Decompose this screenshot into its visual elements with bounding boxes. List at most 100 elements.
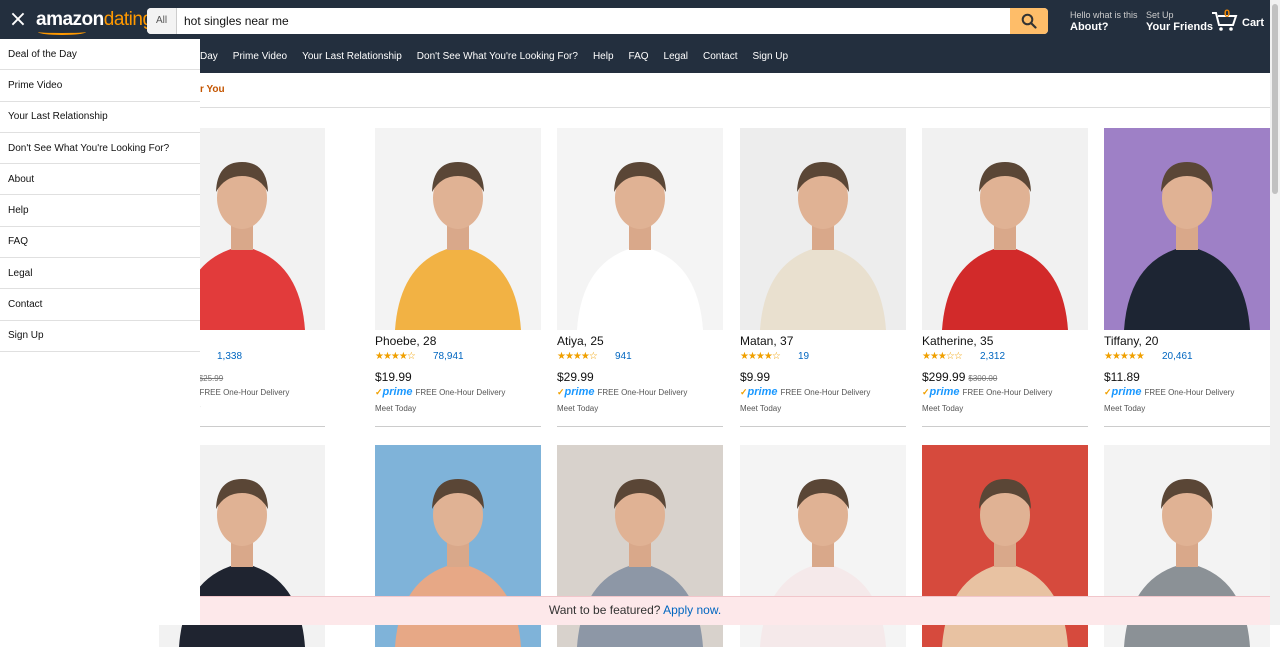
review-count[interactable]: 2,312 <box>980 351 1005 362</box>
banner-text: Want to be featured? <box>548 603 661 617</box>
prime-check-icon: ✓ <box>740 387 748 397</box>
price: $9.99 <box>740 370 770 384</box>
prime-label: prime <box>564 386 595 398</box>
prime-badge: ✓primeFREE One-Hour Delivery <box>740 386 870 398</box>
price-value: $9.99 <box>740 370 771 384</box>
meet-text: Meet Today <box>922 404 964 413</box>
profile-name[interactable]: Katherine, 35 <box>922 334 993 348</box>
photo-frame[interactable] <box>740 128 906 330</box>
logo[interactable]: amazondating <box>36 9 153 31</box>
sidebar-item[interactable]: Legal <box>0 258 200 290</box>
logo-sub: dating <box>103 9 153 30</box>
divider <box>375 426 541 427</box>
price: $299.99 $300.00 <box>922 370 997 384</box>
sidebar-item[interactable]: Sign Up <box>0 321 200 352</box>
scrollbar[interactable] <box>1270 0 1280 625</box>
profile-name[interactable]: Tiffany, 20 <box>1104 334 1158 348</box>
prime-badge: ✓primeFREE One-Hour Delivery <box>557 386 687 398</box>
prime-check-icon: ✓ <box>375 387 383 397</box>
nav-item[interactable]: Day <box>200 51 218 62</box>
search-button[interactable] <box>1010 8 1048 34</box>
delivery-text: FREE One-Hour Delivery <box>962 388 1053 397</box>
star-rating[interactable]: ★★★★★ <box>1104 351 1145 362</box>
cart-label: Cart <box>1242 17 1265 29</box>
sidebar-item[interactable]: Your Last Relationship <box>0 102 200 133</box>
sidebar-item[interactable]: Don't See What You're Looking For? <box>0 133 200 165</box>
nav-item[interactable]: Help <box>593 51 614 62</box>
prime-badge: ✓primeFREE One-Hour Delivery <box>922 386 1052 398</box>
search-icon <box>1021 13 1037 29</box>
nav-item[interactable]: Legal <box>664 51 688 62</box>
search-bar: All <box>147 8 1048 34</box>
star-rating[interactable]: ★★★☆☆ <box>922 351 963 362</box>
about-link[interactable]: Hello what is this About? <box>1070 10 1138 34</box>
delivery-text: FREE One-Hour Delivery <box>780 388 871 397</box>
photo-frame[interactable] <box>375 128 541 330</box>
star-rating[interactable]: ★★★★☆ <box>375 351 416 362</box>
friends-link[interactable]: Set Up Your Friends <box>1146 10 1213 34</box>
review-count[interactable]: 20,461 <box>1162 351 1193 362</box>
nav-item[interactable]: Your Last Relationship <box>302 51 402 62</box>
star-rating[interactable]: ★★★★☆ <box>740 351 781 362</box>
scrollbar-thumb[interactable] <box>1272 4 1278 194</box>
divider <box>1104 426 1270 427</box>
nav-item[interactable]: Don't See What You're Looking For? <box>417 51 578 62</box>
sidebar-menu: Deal of the Day Prime Video Your Last Rela… <box>0 39 200 625</box>
search-input[interactable] <box>177 8 1010 34</box>
price: $11.89 <box>1104 370 1140 384</box>
profile-name[interactable]: Phoebe, 28 <box>375 334 436 348</box>
nav-item[interactable]: Prime Video <box>233 51 287 62</box>
price: $19.99 <box>375 370 412 384</box>
review-count[interactable]: 941 <box>615 351 632 362</box>
sidebar-item[interactable]: About <box>0 164 200 196</box>
sidebar-item[interactable]: FAQ <box>0 227 200 259</box>
nav-item[interactable]: Sign Up <box>752 51 788 62</box>
photo-frame[interactable] <box>557 128 723 330</box>
apply-now-link[interactable]: Apply now. <box>663 603 721 617</box>
old-price: $300.00 <box>968 374 998 383</box>
prime-badge: ✓primeFREE One-Hour Delivery <box>1104 386 1234 398</box>
price-value: $11.89 <box>1104 370 1140 384</box>
review-count[interactable]: 78,941 <box>433 351 464 362</box>
meet-text: Meet Today <box>1104 404 1146 413</box>
delivery-text: FREE One-Hour Delivery <box>1144 388 1235 397</box>
friends-small: Set Up <box>1146 10 1174 20</box>
meet-text: Meet Today <box>375 404 417 413</box>
prime-label: prime <box>747 386 778 398</box>
cart-count: 0 <box>1224 8 1231 20</box>
review-count[interactable]: 1,338 <box>217 351 242 362</box>
price-value: $19.99 <box>375 370 412 384</box>
prime-check-icon: ✓ <box>1104 387 1112 397</box>
prime-label: prime <box>1111 386 1142 398</box>
nav-item[interactable]: Contact <box>703 51 737 62</box>
cart-button[interactable]: 0 Cart <box>1211 8 1266 32</box>
profile-name[interactable]: Atiya, 25 <box>557 334 604 348</box>
price: $29.99 <box>557 370 594 384</box>
logo-main: amazon <box>36 9 104 30</box>
sidebar-item[interactable]: Help <box>0 195 200 227</box>
review-count[interactable]: 19 <box>798 351 809 362</box>
sidebar-item[interactable]: Prime Video <box>0 70 200 102</box>
profile-photo <box>740 128 906 330</box>
meet-text: Meet Today <box>557 404 599 413</box>
top-header: × amazondating All Hello what is this Ab… <box>0 0 1270 39</box>
old-price: $25.99 <box>198 374 224 383</box>
star-rating[interactable]: ★★★★☆ <box>557 351 598 362</box>
price-value: $299.99 <box>922 370 966 384</box>
sub-nav: r You <box>200 73 1270 108</box>
close-icon[interactable]: × <box>8 9 28 31</box>
sidebar-item[interactable]: Contact <box>0 289 200 321</box>
sidebar-item[interactable]: Deal of the Day <box>0 39 200 71</box>
prime-check-icon: ✓ <box>557 387 565 397</box>
subnav-link[interactable]: r You <box>200 84 225 95</box>
about-big: About? <box>1070 21 1109 33</box>
profile-name[interactable]: Matan, 37 <box>740 334 793 348</box>
photo-frame[interactable] <box>1104 128 1270 330</box>
delivery-text: FREE One-Hour Delivery <box>415 388 506 397</box>
photo-frame[interactable] <box>922 128 1088 330</box>
profile-photo <box>557 128 723 330</box>
search-category-select[interactable]: All <box>147 8 177 34</box>
divider <box>922 426 1088 427</box>
profile-photo <box>922 128 1088 330</box>
nav-item[interactable]: FAQ <box>629 51 649 62</box>
